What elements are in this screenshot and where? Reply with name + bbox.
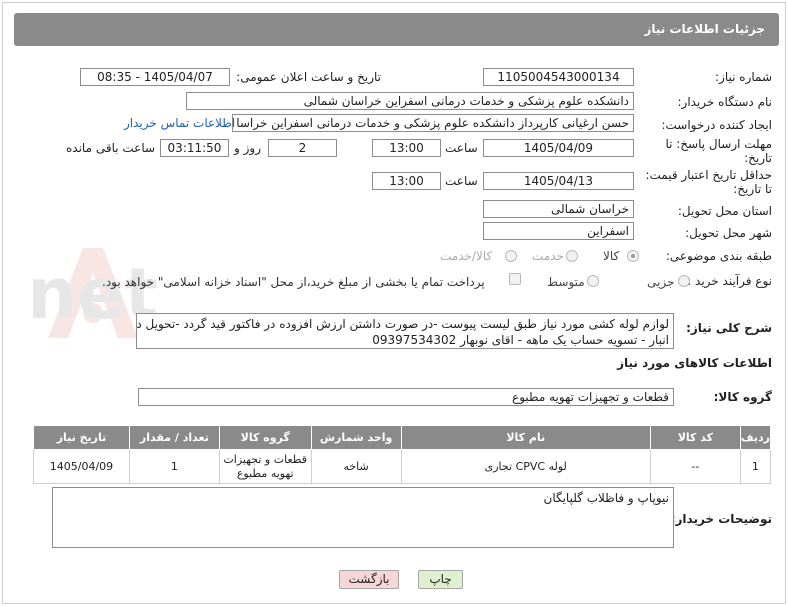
payment-note: پرداخت تمام یا بخشی از مبلغ خرید،از محل … [102, 275, 485, 289]
col-header-unit: واحد شمارش [310, 425, 402, 450]
remaining-label: ساعت باقی مانده [66, 141, 156, 155]
col-header-row-num: ردیف [739, 425, 772, 450]
buyer-org-label: نام دستگاه خریدار: [677, 95, 773, 109]
goods-group-label: گروه کالا: [713, 390, 772, 404]
validity-time-field: 13:00 [372, 172, 441, 190]
city-label: شهر محل تحویل: [685, 226, 772, 240]
col-header-date: تاریخ نیاز [33, 425, 130, 450]
summary-line-2: انبار - تسویه حساب یک ماهه - اقای نوبهار… [372, 333, 669, 347]
summary-textarea[interactable]: لوازم لوله کشی مورد نیاز طبق لیست پیوست … [136, 313, 674, 349]
process-minor-radio[interactable] [678, 275, 690, 287]
table-header-row: ردیف کد کالا نام کالا واحد شمارش گروه کا… [33, 425, 772, 450]
announce-field: 1405/04/07 - 08:35 [80, 68, 230, 86]
summary-label: شرح کلی نیاز: [686, 321, 772, 335]
col-header-name: نام کالا [400, 425, 651, 450]
table-row: 1 -- لوله CPVC تجاری شاخه قطعات و تجهیزا… [33, 449, 772, 484]
deadline-time-field: 13:00 [372, 139, 441, 157]
category-goods-service-radio[interactable] [505, 250, 517, 262]
cell-group-line-1: قطعات و تجهیزات [223, 452, 308, 466]
summary-line-1: لوازم لوله کشی مورد نیاز طبق لیست پیوست … [136, 317, 669, 331]
process-medium-label: متوسط [547, 275, 585, 289]
validity-time-label: ساعت [445, 174, 478, 188]
days-label: روز و [234, 141, 261, 155]
buyer-notes-label: توضیحات خریدار: [670, 512, 772, 526]
creator-label: ایجاد کننده درخواست: [661, 118, 772, 132]
treasury-checkbox[interactable] [509, 273, 521, 285]
category-service-label: خدمت [532, 249, 564, 263]
announce-label: تاریخ و ساعت اعلان عمومی: [236, 70, 381, 84]
cell-unit: شاخه [310, 449, 402, 484]
contact-buyer-link[interactable]: اطلاعات تماس خریدار [124, 116, 235, 130]
cell-date: 1405/04/09 [33, 449, 130, 484]
col-header-code: کد کالا [649, 425, 741, 450]
validity-date-field: 1405/04/13 [483, 172, 634, 190]
category-goods-service-label: کالا/خدمت [440, 249, 493, 263]
buyer-org-field: دانشکده علوم پزشکی و خدمات درمانی اسفرای… [186, 92, 634, 110]
process-medium-radio[interactable] [587, 275, 599, 287]
creator-field: حسن ارغیانی کارپرداز دانشکده علوم پزشکی … [232, 114, 634, 132]
category-label: طبقه بندی موضوعی: [665, 249, 772, 263]
cell-group-line-2: تهویه مطبوع [236, 466, 294, 480]
deadline-label-1: مهلت ارسال پاسخ: تا [665, 137, 772, 151]
province-label: استان محل تحویل: [677, 204, 772, 218]
validity-label-2: تا تاریخ: [733, 182, 772, 196]
print-button[interactable]: چاپ [418, 570, 463, 589]
col-header-qty: تعداد / مقدار [128, 425, 220, 450]
cell-group: قطعات و تجهیزات تهویه مطبوع [218, 449, 312, 484]
remaining-time-field: 03:11:50 [160, 139, 229, 157]
page-title: جزئیات اطلاعات نیاز [644, 22, 765, 36]
process-minor-label: جزیی [647, 275, 675, 289]
category-goods-radio[interactable] [627, 250, 639, 262]
deadline-date-field: 1405/04/09 [483, 139, 634, 157]
need-number-label: شماره نیاز: [715, 70, 772, 84]
buyer-notes-text: نیوپاپ و فاظلاب گلپایگان [543, 491, 670, 505]
goods-section-title: اطلاعات کالاهای مورد نیاز [617, 356, 772, 370]
need-number-field: 1105004543000134 [483, 68, 634, 86]
category-service-radio[interactable] [566, 250, 578, 262]
validity-label-1: حداقل تاریخ اعتبار قیمت: [645, 168, 772, 182]
cell-name: لوله CPVC تجاری [400, 449, 651, 484]
goods-group-field: قطعات و تجهیزات تهویه مطبوع [138, 388, 674, 406]
days-field: 2 [268, 139, 337, 157]
province-field: خراسان شمالی [483, 200, 634, 218]
col-header-group: گروه کالا [218, 425, 312, 450]
header-bar: جزئیات اطلاعات نیاز [14, 13, 779, 46]
back-button[interactable]: بازگشت [339, 570, 399, 589]
city-field: اسفراین [483, 222, 634, 240]
deadline-label-2: تاریخ: [744, 151, 772, 165]
cell-code: -- [649, 449, 741, 484]
goods-table: ردیف کد کالا نام کالا واحد شمارش گروه کا… [33, 425, 772, 484]
cell-qty: 1 [128, 449, 220, 484]
cell-row-num: 1 [739, 449, 772, 484]
category-goods-label: کالا [603, 249, 620, 263]
buyer-notes-textarea[interactable]: نیوپاپ و فاظلاب گلپایگان [52, 487, 674, 548]
deadline-time-label: ساعت [445, 141, 478, 155]
process-label: نوع فرآیند خرید : [687, 274, 772, 288]
